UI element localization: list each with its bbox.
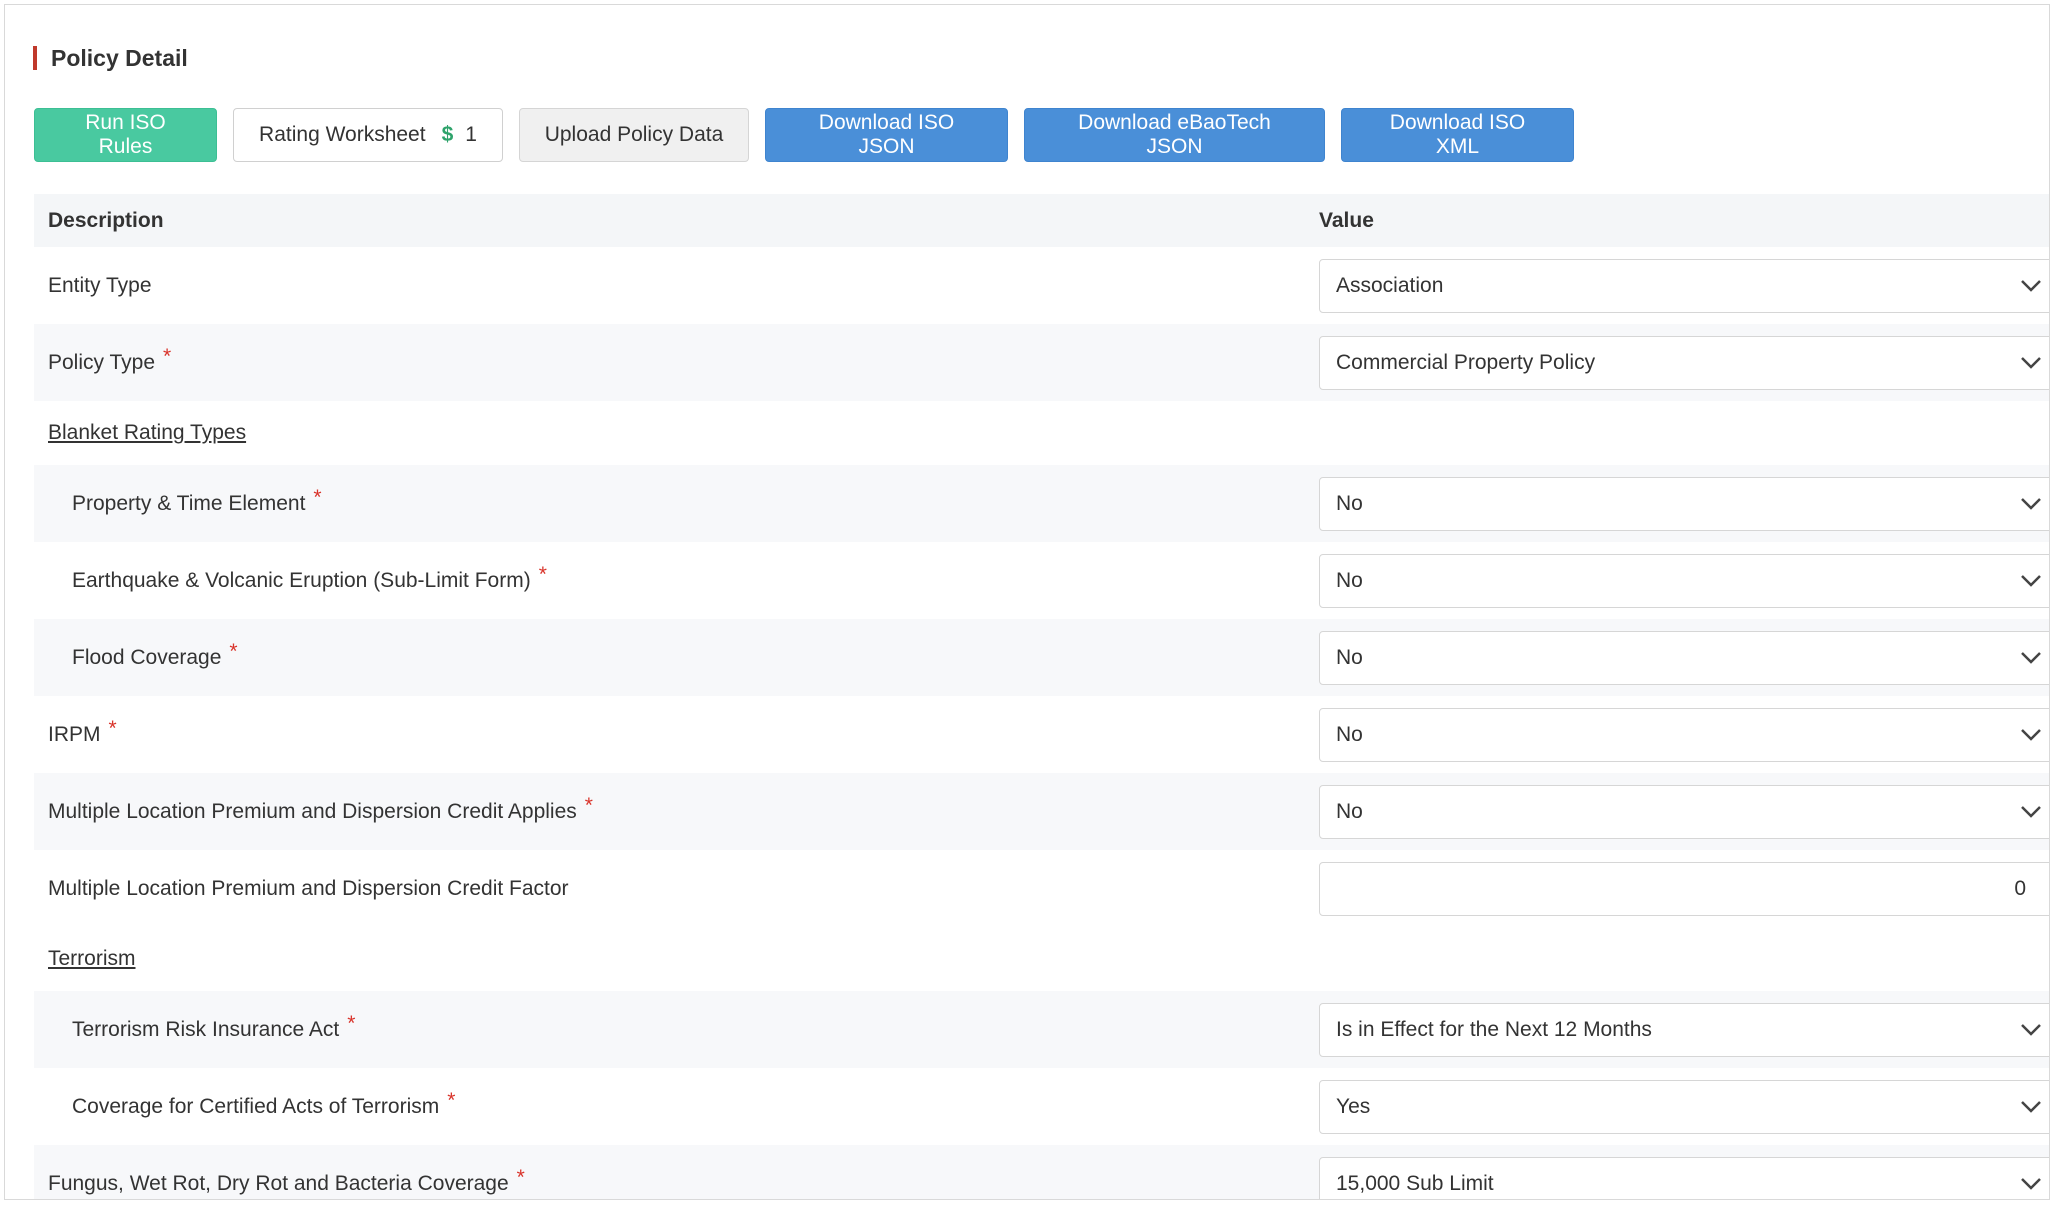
- chevron-down-icon: [2021, 805, 2041, 818]
- required-marker: *: [229, 639, 238, 663]
- row-label: Earthquake & Volcanic Eruption (Sub-Limi…: [34, 542, 1305, 619]
- required-marker: *: [516, 1165, 525, 1189]
- required-marker: *: [163, 344, 172, 368]
- table-row: Entity Type Association: [34, 247, 2049, 324]
- row-label: Coverage for Certified Acts of Terrorism…: [34, 1068, 1305, 1145]
- run-iso-rules-button[interactable]: Run ISO Rules: [34, 108, 217, 162]
- row-label-text: Fungus, Wet Rot, Dry Rot and Bacteria Co…: [48, 1171, 509, 1195]
- row-label-text: IRPM: [48, 722, 101, 746]
- select-value: No: [1336, 722, 1363, 746]
- entity-type-select[interactable]: Association: [1319, 258, 2049, 313]
- required-marker: *: [584, 793, 593, 817]
- download-iso-json-button[interactable]: Download ISO JSON: [765, 108, 1008, 162]
- table-row: Coverage for Certified Acts of Terrorism…: [34, 1068, 2049, 1145]
- download-iso-xml-button[interactable]: Download ISO XML: [1341, 108, 1574, 162]
- policy-detail-table: Description Value Entity Type Associatio…: [34, 194, 2049, 1199]
- section-label-terrorism: Terrorism: [48, 947, 136, 970]
- table-row: Multiple Location Premium and Dispersion…: [34, 773, 2049, 850]
- rating-worksheet-label: Rating Worksheet: [259, 123, 426, 146]
- chevron-down-icon: [2021, 279, 2041, 292]
- select-value: Yes: [1336, 1094, 1371, 1118]
- chevron-down-icon: [2021, 1177, 2041, 1190]
- row-label-text: Multiple Location Premium and Dispersion…: [48, 799, 577, 823]
- page-title: Policy Detail: [33, 43, 188, 73]
- policy-detail-panel: Policy Detail Run ISO Rules Rating Works…: [4, 4, 2050, 1200]
- section-row: Terrorism: [34, 927, 2049, 991]
- page-title-text: Policy Detail: [51, 44, 188, 71]
- select-value: 15,000 Sub Limit: [1336, 1171, 1494, 1195]
- required-marker: *: [538, 562, 547, 586]
- row-label: Terrorism Risk Insurance Act *: [34, 991, 1305, 1068]
- table-row: Property & Time Element * No: [34, 465, 2049, 542]
- select-value: Commercial Property Policy: [1336, 350, 1596, 374]
- row-label-text: Entity Type: [48, 273, 152, 297]
- property-time-element-select[interactable]: No: [1319, 476, 2049, 531]
- chevron-down-icon: [2021, 1023, 2041, 1036]
- required-marker: *: [108, 716, 117, 740]
- section-row: Blanket Rating Types: [34, 401, 2049, 465]
- chevron-down-icon: [2021, 728, 2041, 741]
- terrorism-risk-insurance-act-select[interactable]: Is in Effect for the Next 12 Months: [1319, 1002, 2049, 1057]
- required-marker: *: [447, 1088, 456, 1112]
- table-row: Policy Type * Commercial Property Policy: [34, 324, 2049, 401]
- rating-worksheet-count: 1: [465, 123, 477, 146]
- row-label-text: Coverage for Certified Acts of Terrorism: [72, 1094, 440, 1118]
- column-header-value: Value: [1305, 194, 2049, 247]
- row-label: Property & Time Element *: [34, 465, 1305, 542]
- table-row: Earthquake & Volcanic Eruption (Sub-Limi…: [34, 542, 2049, 619]
- chevron-down-icon: [2021, 356, 2041, 369]
- upload-policy-data-button[interactable]: Upload Policy Data: [519, 108, 749, 162]
- row-label-text: Earthquake & Volcanic Eruption (Sub-Limi…: [72, 568, 531, 592]
- row-label: IRPM *: [34, 696, 1305, 773]
- chevron-down-icon: [2021, 497, 2041, 510]
- dispersion-credit-factor-input[interactable]: [1319, 861, 2049, 916]
- row-label: Policy Type *: [34, 324, 1305, 401]
- flood-coverage-select[interactable]: No: [1319, 630, 2049, 685]
- select-value: No: [1336, 799, 1363, 823]
- table-row: Multiple Location Premium and Dispersion…: [34, 850, 2049, 927]
- certified-acts-terrorism-select[interactable]: Yes: [1319, 1079, 2049, 1134]
- row-label: Entity Type: [34, 247, 1305, 324]
- rating-worksheet-button[interactable]: Rating Worksheet $ 1: [233, 108, 503, 162]
- column-header-description: Description: [34, 194, 1305, 247]
- row-label-text: Property & Time Element: [72, 491, 306, 515]
- select-value: Is in Effect for the Next 12 Months: [1336, 1017, 1652, 1041]
- dollar-icon: $: [441, 123, 454, 146]
- chevron-down-icon: [2021, 1100, 2041, 1113]
- row-label: Multiple Location Premium and Dispersion…: [34, 773, 1305, 850]
- row-label-text: Policy Type: [48, 350, 155, 374]
- table-row: IRPM * No: [34, 696, 2049, 773]
- earthquake-select[interactable]: No: [1319, 553, 2049, 608]
- irpm-select[interactable]: No: [1319, 707, 2049, 762]
- row-label: Flood Coverage *: [34, 619, 1305, 696]
- select-value: No: [1336, 568, 1363, 592]
- row-label-text: Multiple Location Premium and Dispersion…: [48, 876, 569, 900]
- select-value: No: [1336, 645, 1363, 669]
- section-label-blanket-rating-types: Blanket Rating Types: [48, 421, 247, 444]
- required-marker: *: [347, 1011, 356, 1035]
- table-row: Terrorism Risk Insurance Act * Is in Effe…: [34, 991, 2049, 1068]
- required-marker: *: [313, 485, 322, 509]
- row-label: Fungus, Wet Rot, Dry Rot and Bacteria Co…: [34, 1145, 1305, 1199]
- row-label: Multiple Location Premium and Dispersion…: [34, 850, 1305, 927]
- table-row: Fungus, Wet Rot, Dry Rot and Bacteria Co…: [34, 1145, 2049, 1199]
- policy-type-select[interactable]: Commercial Property Policy: [1319, 335, 2049, 390]
- chevron-down-icon: [2021, 651, 2041, 664]
- fungus-coverage-select[interactable]: 15,000 Sub Limit: [1319, 1156, 2049, 1199]
- select-value: No: [1336, 491, 1363, 515]
- row-label-text: Flood Coverage: [72, 645, 222, 669]
- dispersion-credit-applies-select[interactable]: No: [1319, 784, 2049, 839]
- title-accent-bar: [33, 46, 37, 70]
- toolbar: Run ISO Rules Rating Worksheet $ 1 Uploa…: [34, 108, 1574, 164]
- row-label-text: Terrorism Risk Insurance Act: [72, 1017, 340, 1041]
- select-value: Association: [1336, 273, 1444, 297]
- chevron-down-icon: [2021, 574, 2041, 587]
- download-ebaotech-json-button[interactable]: Download eBaoTech JSON: [1024, 108, 1325, 162]
- table-row: Flood Coverage * No: [34, 619, 2049, 696]
